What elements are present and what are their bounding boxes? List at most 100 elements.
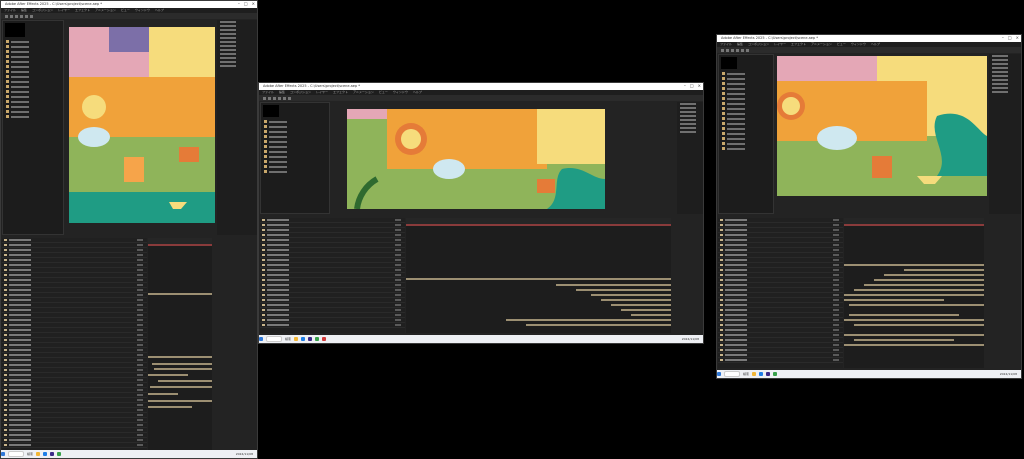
- layer-bar[interactable]: [844, 334, 984, 336]
- layer-bar[interactable]: [152, 363, 212, 365]
- layer-bar[interactable]: [148, 406, 192, 408]
- app-icon[interactable]: [773, 372, 778, 376]
- layer-bar[interactable]: [556, 284, 671, 286]
- start-icon[interactable]: [1, 452, 5, 456]
- text-tool-icon[interactable]: [30, 14, 33, 18]
- layer-bar[interactable]: [844, 299, 944, 301]
- layer-bar[interactable]: [526, 324, 671, 326]
- maximize-icon[interactable]: □: [244, 1, 248, 8]
- start-icon[interactable]: [717, 372, 721, 376]
- edge-icon[interactable]: [301, 337, 306, 341]
- rotate-tool-icon[interactable]: [20, 14, 23, 18]
- composition-viewer[interactable]: [347, 109, 605, 209]
- layer-row[interactable]: [260, 323, 405, 328]
- selection-tool-icon[interactable]: [263, 96, 266, 100]
- app-icon[interactable]: [322, 337, 327, 341]
- file-explorer-icon[interactable]: [752, 372, 757, 376]
- close-icon[interactable]: ×: [1016, 35, 1019, 42]
- layer-bar[interactable]: [864, 284, 984, 286]
- effects-row[interactable]: [677, 130, 703, 134]
- zoom-tool-icon[interactable]: [273, 96, 276, 100]
- layer-bar[interactable]: [904, 269, 984, 271]
- close-icon[interactable]: ×: [698, 83, 701, 90]
- layer-bar[interactable]: [854, 324, 984, 326]
- zoom-tool-icon[interactable]: [731, 48, 734, 52]
- layer-row[interactable]: [718, 358, 843, 363]
- layer-bar[interactable]: [854, 339, 954, 341]
- pen-tool-icon[interactable]: [741, 48, 744, 52]
- layer-bar[interactable]: [576, 289, 671, 291]
- layer-bar[interactable]: [621, 309, 671, 311]
- rotate-tool-icon[interactable]: [736, 48, 739, 52]
- hand-tool-icon[interactable]: [726, 48, 729, 52]
- layer-bar[interactable]: [849, 304, 984, 306]
- maximize-icon[interactable]: □: [1008, 35, 1012, 42]
- layer-bar[interactable]: [406, 278, 671, 280]
- work-area-bar[interactable]: [844, 224, 984, 226]
- layer-bar[interactable]: [849, 314, 959, 316]
- minimize-icon[interactable]: –: [238, 1, 240, 8]
- work-area-bar[interactable]: [148, 244, 212, 246]
- taskbar-search-input[interactable]: [266, 336, 282, 342]
- rotate-tool-icon[interactable]: [278, 96, 281, 100]
- layer-bar[interactable]: [148, 393, 178, 395]
- layer-bar[interactable]: [854, 289, 984, 291]
- app-icon[interactable]: [57, 452, 62, 456]
- effects-row[interactable]: [217, 64, 257, 68]
- layer-bar[interactable]: [884, 274, 984, 276]
- text-tool-icon[interactable]: [288, 96, 291, 100]
- project-item[interactable]: [3, 114, 63, 119]
- layer-bar[interactable]: [148, 374, 188, 376]
- minimize-icon[interactable]: –: [1002, 35, 1004, 42]
- pen-tool-icon[interactable]: [25, 14, 28, 18]
- layer-bar[interactable]: [506, 319, 671, 321]
- text-tool-icon[interactable]: [746, 48, 749, 52]
- layer-bar[interactable]: [601, 299, 671, 301]
- timeline-tracks[interactable]: [844, 218, 984, 368]
- layer-bar[interactable]: [631, 314, 671, 316]
- layer-bar[interactable]: [148, 356, 212, 358]
- layer-bar[interactable]: [874, 279, 984, 281]
- file-explorer-icon[interactable]: [294, 337, 299, 341]
- layer-bar[interactable]: [844, 294, 984, 296]
- taskbar-search-input[interactable]: [8, 451, 24, 457]
- minimize-icon[interactable]: –: [684, 83, 686, 90]
- after-effects-icon[interactable]: [50, 452, 55, 456]
- layer-bar[interactable]: [611, 304, 671, 306]
- selection-tool-icon[interactable]: [721, 48, 724, 52]
- work-area-bar[interactable]: [406, 224, 671, 226]
- file-explorer-icon[interactable]: [36, 452, 41, 456]
- layer-bar[interactable]: [844, 344, 984, 346]
- layer-bar[interactable]: [844, 264, 984, 266]
- timeline-tracks[interactable]: [148, 238, 212, 450]
- layer-bar[interactable]: [148, 293, 212, 295]
- close-icon[interactable]: ×: [252, 1, 255, 8]
- effects-row[interactable]: [989, 90, 1021, 94]
- timeline-tracks[interactable]: [406, 218, 671, 333]
- layer-bar[interactable]: [844, 319, 984, 321]
- layer-bar[interactable]: [150, 386, 212, 388]
- start-icon[interactable]: [259, 337, 263, 341]
- pen-tool-icon[interactable]: [283, 96, 286, 100]
- layer-bar[interactable]: [148, 400, 212, 402]
- taskbar-search-input[interactable]: [724, 371, 740, 377]
- app-icon[interactable]: [315, 337, 320, 341]
- after-effects-icon[interactable]: [308, 337, 313, 341]
- layer-bar[interactable]: [158, 380, 212, 382]
- layer-bar[interactable]: [591, 294, 671, 296]
- layer-bar[interactable]: [154, 368, 212, 370]
- composition-viewer[interactable]: [777, 56, 987, 196]
- hand-tool-icon[interactable]: [268, 96, 271, 100]
- hand-tool-icon[interactable]: [10, 14, 13, 18]
- after-effects-icon[interactable]: [766, 372, 771, 376]
- layer-row[interactable]: [2, 443, 147, 448]
- edge-icon[interactable]: [759, 372, 764, 376]
- selection-tool-icon[interactable]: [5, 14, 8, 18]
- edge-icon[interactable]: [43, 452, 48, 456]
- composition-viewer[interactable]: [69, 27, 215, 223]
- zoom-tool-icon[interactable]: [15, 14, 18, 18]
- project-item[interactable]: [719, 146, 773, 151]
- composition-icon: [722, 137, 725, 140]
- maximize-icon[interactable]: □: [690, 83, 694, 90]
- project-item[interactable]: [261, 169, 329, 174]
